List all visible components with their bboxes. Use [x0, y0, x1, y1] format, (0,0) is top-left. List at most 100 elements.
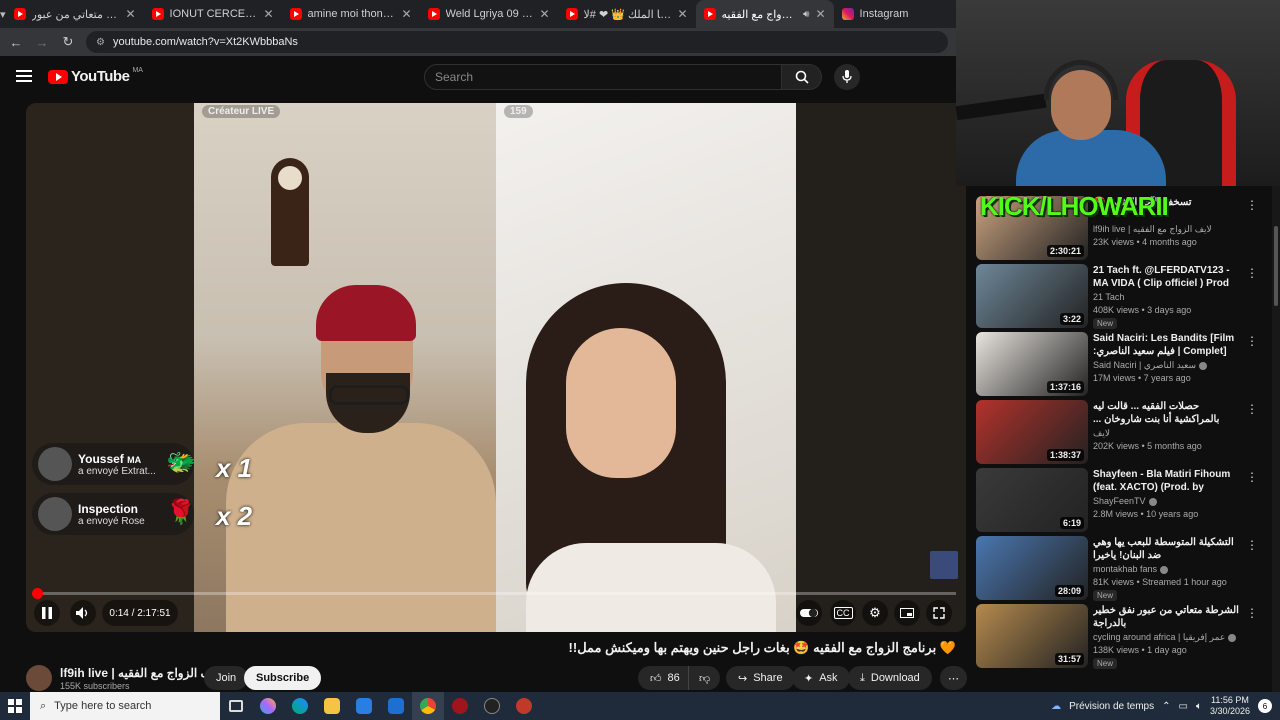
back-icon[interactable]: ← [8, 35, 24, 50]
channel-name[interactable]: لايف [1093, 428, 1110, 439]
scrollbar-thumb[interactable] [1274, 226, 1278, 306]
file-explorer-icon[interactable] [316, 692, 348, 720]
more-options-icon[interactable]: ⋮ [1246, 606, 1258, 620]
volume-icon[interactable]: 🔈︎ [1196, 701, 1202, 712]
app-icon[interactable] [508, 692, 540, 720]
video-title[interactable]: 21 Tach ft. @LFERDATV123 - MA VIDA ( Cli… [1093, 264, 1243, 290]
recommended-video[interactable]: 1:38:37 حصلات الفقيه ... قالت ليه بالمراك… [976, 400, 1266, 464]
edge-icon[interactable] [284, 692, 316, 720]
sidebar-scrollbar[interactable] [1272, 186, 1280, 692]
subscribe-button[interactable]: Subscribe [244, 666, 322, 690]
app-icon[interactable] [444, 692, 476, 720]
video-title[interactable]: الشرطة متعاتي من عبور نفق خطير بالدراجة [1093, 604, 1243, 630]
reload-icon[interactable]: ↻ [60, 34, 76, 50]
more-options-icon[interactable]: ⋮ [1246, 402, 1258, 416]
recommended-video[interactable]: 28:09 التشكيلة المتوسطة للبعب يها وهي ضد … [976, 536, 1266, 601]
more-options-icon[interactable]: ⋮ [1246, 266, 1258, 280]
pause-button[interactable] [34, 600, 60, 626]
tray-overflow-icon[interactable]: ⌃ [1162, 701, 1170, 712]
progress-bar[interactable] [32, 588, 956, 599]
channel-name[interactable]: lf9ih live | لايف الزواج مع الفقيه [60, 666, 223, 680]
channel-name[interactable]: 21 Tach [1093, 292, 1124, 302]
browser-tab[interactable]: Weld Lgriya 09 Ft Lz3er, C ✕ [420, 0, 558, 28]
close-icon[interactable]: ✕ [815, 7, 825, 21]
browser-tab[interactable]: IONUT CERCEL - MADE IN ✕ [144, 0, 282, 28]
channel-name[interactable]: ShayFeenTV [1093, 496, 1157, 506]
network-icon[interactable]: ▭ [1179, 701, 1188, 712]
video-thumbnail[interactable]: 31:57 [976, 604, 1088, 668]
captions-button[interactable]: CC [830, 600, 856, 626]
speaker-icon[interactable]: 🔊︎ [803, 9, 809, 20]
browser-tab[interactable]: اتصل بيا الملك 👑 ❤ #لا... ✕ [558, 0, 696, 28]
more-options-icon[interactable]: ⋮ [1246, 334, 1258, 348]
taskbar-search[interactable]: ⌕ Type here to search [30, 692, 220, 720]
video-title[interactable]: Said Naciri: Les Bandits [Film Complet] … [1093, 332, 1243, 358]
more-actions-button[interactable]: ⋯ [940, 666, 967, 690]
clock[interactable]: 11:56 PM 3/30/2026 [1210, 695, 1250, 717]
video-thumbnail[interactable]: 1:38:37 [976, 400, 1088, 464]
close-icon[interactable]: ✕ [125, 7, 135, 21]
download-button[interactable]: ⤓ Download [848, 666, 932, 690]
volume-button[interactable] [70, 600, 96, 626]
new-badge: New [1093, 658, 1118, 669]
close-icon[interactable]: ✕ [677, 7, 687, 21]
site-info-icon[interactable]: ⚙ [96, 37, 105, 48]
search-button[interactable] [782, 64, 822, 90]
chrome-icon[interactable] [412, 692, 444, 720]
recommended-video[interactable]: 31:57 الشرطة متعاتي من عبور نفق خطير بالد… [976, 604, 1266, 669]
browser-tab[interactable]: Instagram [834, 0, 972, 28]
video-title[interactable]: حصلات الفقيه ... قالت ليه بالمراكشية أنا… [1093, 400, 1243, 426]
video-thumbnail[interactable]: 6:19 [976, 468, 1088, 532]
taskbar-search-placeholder: Type here to search [54, 700, 152, 712]
more-options-icon[interactable]: ⋮ [1246, 198, 1258, 212]
ask-button[interactable]: ✦ Ask [792, 666, 850, 690]
weather-icon[interactable]: ☁ [1051, 701, 1061, 712]
autoplay-toggle[interactable] [796, 600, 822, 626]
copilot-icon[interactable] [252, 692, 284, 720]
youtube-logo[interactable]: YouTube MA [48, 67, 143, 85]
channel-name[interactable]: cycling around africa | عمر إفريقيا [1093, 632, 1237, 643]
recommended-video[interactable]: 1:37:16 Said Naciri: Les Bandits [Film Co… [976, 332, 1266, 396]
share-button[interactable]: ↪ Share [726, 666, 795, 690]
outlook-icon[interactable] [380, 692, 412, 720]
forward-icon[interactable]: → [34, 35, 50, 50]
notification-badge[interactable]: 6 [1258, 699, 1272, 713]
voice-search-button[interactable] [834, 64, 860, 90]
more-options-icon[interactable]: ⋮ [1246, 470, 1258, 484]
close-icon[interactable]: ✕ [401, 7, 411, 21]
kick-overlay-text: KICK/LHOWARII [980, 191, 1169, 221]
task-view-icon[interactable] [220, 692, 252, 720]
settings-button[interactable]: ⚙ [862, 600, 888, 626]
app-icon[interactable] [476, 692, 508, 720]
avatar [38, 447, 72, 481]
join-button[interactable]: Join [204, 666, 249, 690]
more-options-icon[interactable]: ⋮ [1246, 538, 1258, 552]
video-thumbnail[interactable]: 1:37:16 [976, 332, 1088, 396]
video-player[interactable]: Créateur LIVE 159 Youssef MA a envoyé Ex… [26, 103, 966, 632]
channel-name[interactable]: montakhab fans [1093, 564, 1169, 574]
browser-tab[interactable]: برنامج الزواج مع الفقيه 🤣 🔊︎ ✕ [695, 0, 834, 28]
search-input[interactable]: Search [424, 64, 782, 90]
browser-tab[interactable]: الشرطة متعاتي من عبور ... ✕ [6, 0, 144, 28]
channel-watermark[interactable] [930, 551, 958, 579]
video-title[interactable]: Shayfeen - Bla Matiri Fihoum (feat. XACT… [1093, 468, 1243, 494]
video-title[interactable]: التشكيلة المتوسطة للبعب يها وهي ضد البنا… [1093, 536, 1243, 562]
address-bar[interactable]: ⚙ youtube.com/watch?v=Xt2KWbbbaNs [86, 31, 948, 53]
channel-name[interactable]: Said Naciri | سعيد الناصري [1093, 360, 1208, 371]
close-icon[interactable]: ✕ [263, 7, 273, 21]
miniplayer-button[interactable] [894, 600, 920, 626]
close-icon[interactable]: ✕ [539, 7, 549, 21]
video-thumbnail[interactable]: 28:09 [976, 536, 1088, 600]
menu-icon[interactable] [16, 70, 32, 82]
browser-tab[interactable]: amine moi thon - YouTub ✕ [282, 0, 420, 28]
start-button[interactable] [0, 692, 30, 720]
video-thumbnail[interactable]: 3:22 [976, 264, 1088, 328]
dislike-button[interactable]: 👎︎ [688, 666, 721, 690]
fullscreen-button[interactable] [926, 600, 952, 626]
recommended-video[interactable]: 3:22 21 Tach ft. @LFERDATV123 - MA VIDA (… [976, 264, 1266, 329]
weather-label[interactable]: Prévision de temps [1069, 701, 1154, 712]
channel-avatar[interactable] [26, 665, 52, 691]
recommended-video[interactable]: 6:19 Shayfeen - Bla Matiri Fihoum (feat. … [976, 468, 1266, 532]
like-button[interactable]: 👍︎ 86 [638, 666, 690, 690]
store-icon[interactable] [348, 692, 380, 720]
